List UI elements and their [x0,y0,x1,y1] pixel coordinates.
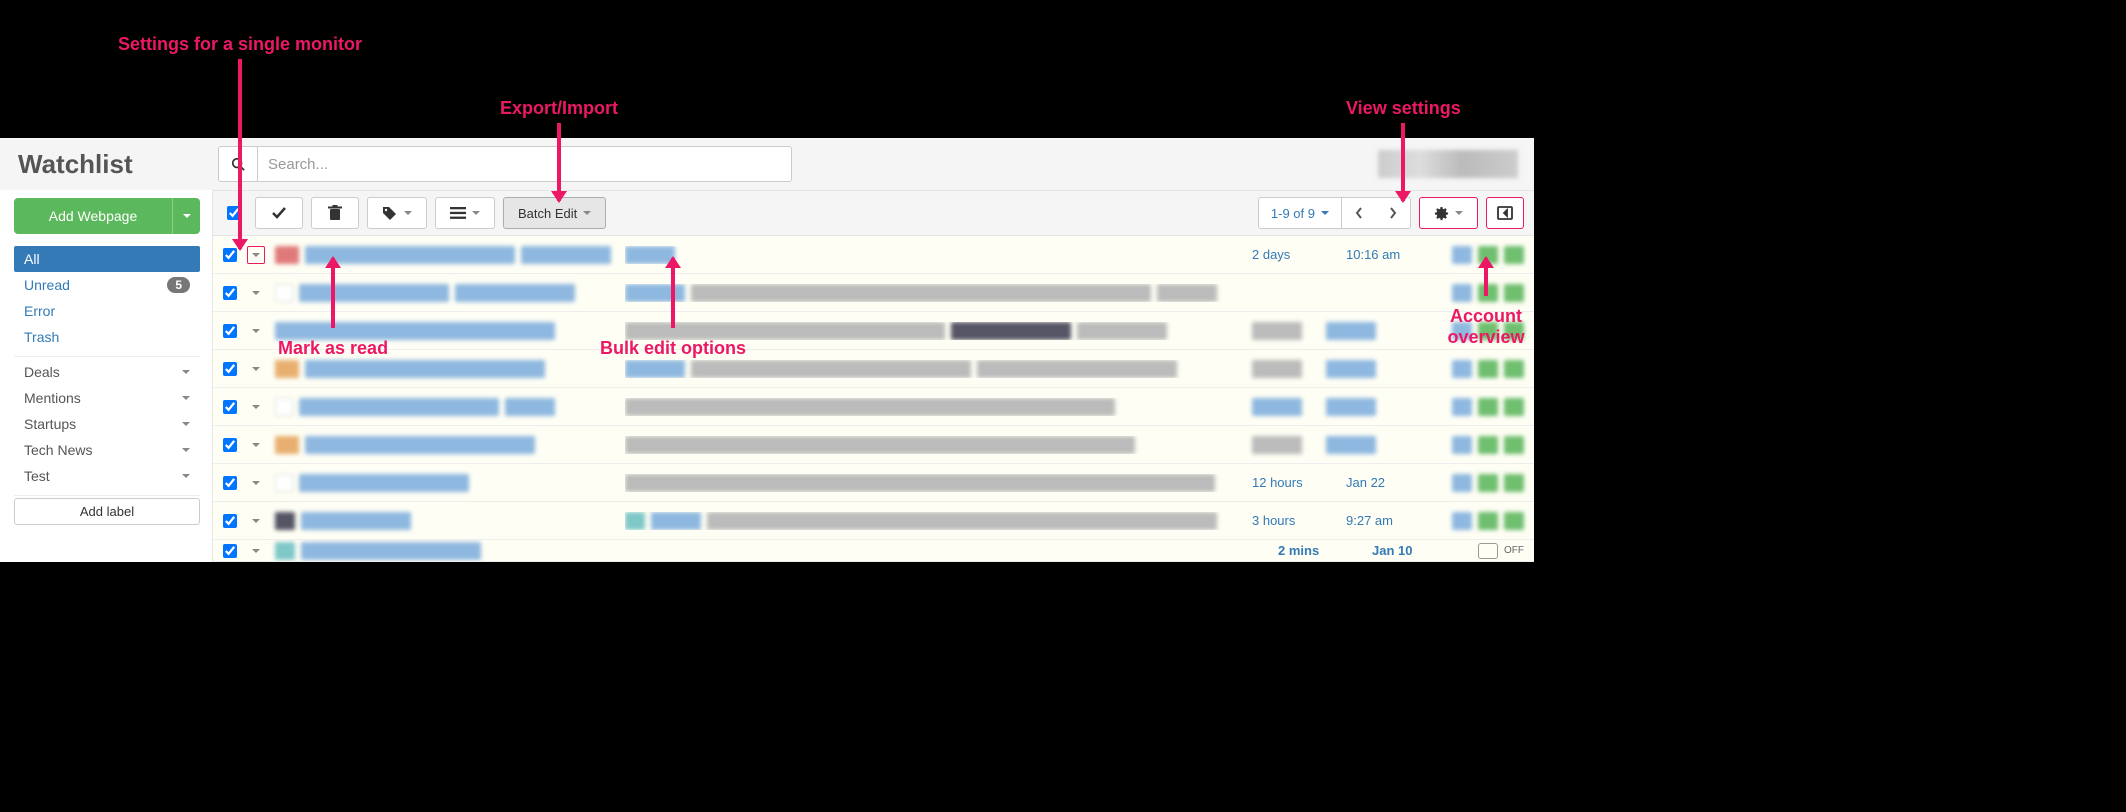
chevron-down-icon [1321,211,1329,215]
select-all-checkbox[interactable] [227,206,241,220]
tag-icon [382,206,398,220]
row-settings-dropdown[interactable] [247,246,265,264]
pager-text: 1-9 of 9 [1271,206,1315,221]
add-webpage-button[interactable]: Add Webpage [14,198,200,234]
table-row[interactable]: 2 mins Jan 10 OFF [213,540,1534,562]
chevron-down-icon [404,211,412,215]
row-settings-dropdown[interactable] [247,322,265,340]
search-wrap [218,146,792,182]
header: Watchlist [0,138,1534,190]
page-title: Watchlist [18,149,218,180]
row-date: 2 mins [1278,543,1348,558]
chevron-down-icon [583,211,591,215]
gear-icon [1434,206,1449,221]
row-settings-dropdown[interactable] [247,436,265,454]
row-time: Jan 22 [1346,475,1416,490]
filter-trash[interactable]: Trash [14,324,200,350]
callout-view-settings: View settings [1346,98,1461,119]
row-checkbox[interactable] [223,362,237,376]
label-mentions[interactable]: Mentions [14,385,200,411]
batch-edit-label: Batch Edit [518,206,577,221]
trash-icon [328,205,342,221]
account-menu[interactable] [1378,150,1518,178]
account-overview-button[interactable] [1486,197,1524,229]
table-row[interactable] [213,350,1534,388]
row-date: 3 hours [1252,513,1322,528]
row-settings-dropdown[interactable] [247,474,265,492]
row-checkbox[interactable] [223,438,237,452]
check-icon [271,206,287,220]
label-list: Deals Mentions Startups Tech News Test [14,359,200,489]
add-webpage-dropdown[interactable] [172,198,200,234]
status-off: OFF [1504,545,1524,556]
table-row[interactable] [213,426,1534,464]
table-row[interactable] [213,388,1534,426]
pager-next[interactable] [1376,198,1410,228]
row-date: 12 hours [1252,475,1322,490]
label-startups[interactable]: Startups [14,411,200,437]
row-date: 2 days [1252,247,1322,262]
filter-list: All Unread 5 Error Trash [14,246,200,350]
row-checkbox[interactable] [223,544,237,558]
row-settings-dropdown[interactable] [247,398,265,416]
panel-collapse-icon [1497,206,1513,220]
row-checkbox[interactable] [223,324,237,338]
chevron-down-icon [182,396,190,400]
batch-edit-button[interactable]: Batch Edit [503,197,606,229]
chevron-down-icon [182,422,190,426]
row-settings-dropdown[interactable] [247,360,265,378]
chevron-down-icon [182,370,190,374]
search-icon[interactable] [219,147,258,181]
label-technews[interactable]: Tech News [14,437,200,463]
row-settings-dropdown[interactable] [247,542,265,560]
chevron-down-icon [472,211,480,215]
filter-unread[interactable]: Unread 5 [14,272,200,298]
row-settings-dropdown[interactable] [247,284,265,302]
tag-button[interactable] [367,197,427,229]
view-settings-button[interactable] [1419,197,1478,229]
table-row[interactable]: 2 days 10:16 am [213,236,1534,274]
row-checkbox[interactable] [223,514,237,528]
sidebar: Add Webpage All Unread 5 Error Trash Dea… [0,190,212,562]
watchlist-rows: 2 days 10:16 am [213,236,1534,562]
toolbar: Batch Edit 1-9 of 9 [213,190,1534,236]
row-settings-dropdown[interactable] [247,512,265,530]
mark-read-button[interactable] [255,197,303,229]
content: Batch Edit 1-9 of 9 [212,190,1534,562]
row-checkbox[interactable] [223,286,237,300]
search-input[interactable] [258,150,791,179]
filter-label: Error [24,303,55,319]
filter-label: Trash [24,329,59,345]
add-label-button[interactable]: Add label [14,498,200,525]
pager-prev[interactable] [1342,198,1376,228]
row-time: 9:27 am [1346,513,1416,528]
table-row[interactable]: 3 hours 9:27 am [213,502,1534,540]
label-deals[interactable]: Deals [14,359,200,385]
filter-error[interactable]: Error [14,298,200,324]
filter-label: Unread [24,277,70,293]
unread-badge: 5 [167,277,190,293]
add-webpage-main[interactable]: Add Webpage [14,198,172,234]
row-checkbox[interactable] [223,476,237,490]
row-checkbox[interactable] [223,400,237,414]
row-checkbox[interactable] [223,248,237,262]
callout-export-import: Export/Import [500,98,618,119]
row-time: 10:16 am [1346,247,1416,262]
pager-info[interactable]: 1-9 of 9 [1259,198,1342,228]
filter-all[interactable]: All [14,246,200,272]
table-row[interactable]: 12 hours Jan 22 [213,464,1534,502]
list-icon [450,207,466,219]
chevron-down-icon [1455,211,1463,215]
chevron-down-icon [182,474,190,478]
filter-label: All [24,251,40,267]
pager: 1-9 of 9 [1258,197,1411,229]
callout-single-monitor: Settings for a single monitor [118,34,362,55]
delete-button[interactable] [311,197,359,229]
label-test[interactable]: Test [14,463,200,489]
export-import-button[interactable] [435,197,495,229]
row-time: Jan 10 [1372,543,1442,558]
chevron-down-icon [182,448,190,452]
table-row[interactable] [213,274,1534,312]
table-row[interactable] [213,312,1534,350]
